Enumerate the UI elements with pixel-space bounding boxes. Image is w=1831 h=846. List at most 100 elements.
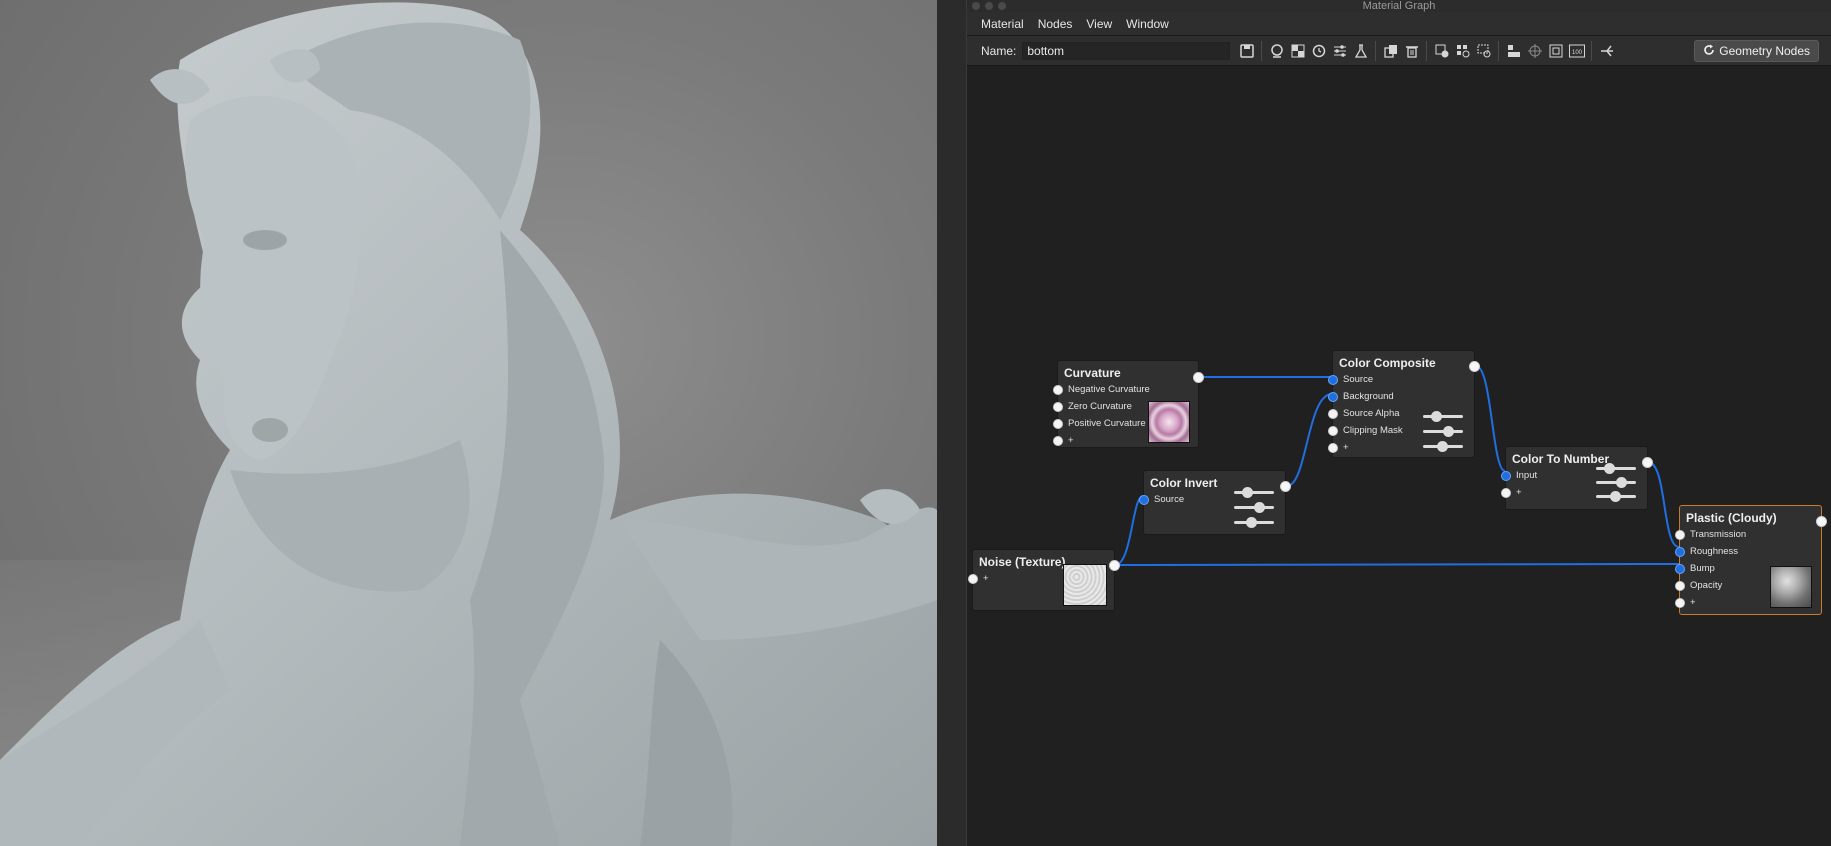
window-titlebar[interactable]: Material Graph	[967, 0, 1831, 12]
output-port[interactable]	[1193, 372, 1204, 383]
add-node-icon[interactable]	[1431, 41, 1452, 61]
trash-icon[interactable]	[1401, 41, 1422, 61]
material-name-input[interactable]	[1022, 41, 1231, 60]
input-port[interactable]	[1139, 494, 1149, 505]
port-add[interactable]: +	[1501, 484, 1647, 501]
duplicate-icon[interactable]	[1380, 41, 1401, 61]
input-port[interactable]	[1328, 442, 1338, 453]
parameter-slider[interactable]	[1423, 426, 1463, 437]
output-port[interactable]	[1642, 457, 1653, 468]
menu-nodes[interactable]: Nodes	[1038, 17, 1073, 31]
port-label: +	[1068, 435, 1074, 446]
port-source[interactable]: Source	[1328, 371, 1474, 388]
zoom-100-label: 100	[1572, 50, 1583, 56]
port-label: Negative Curvature	[1068, 384, 1150, 395]
noise-preview-thumbnail	[1063, 564, 1107, 606]
node-curvature[interactable]: Curvature Negative Curvature Zero Curvat…	[1053, 360, 1204, 448]
input-port[interactable]	[1328, 391, 1338, 402]
split-icon[interactable]	[1596, 41, 1617, 61]
parameter-slider[interactable]	[1596, 477, 1636, 488]
input-port[interactable]	[1053, 401, 1063, 412]
port-source-alpha[interactable]: Source Alpha	[1328, 405, 1474, 422]
input-port[interactable]	[1328, 408, 1338, 419]
node-title: Color Invert	[1150, 476, 1218, 490]
fit-view-icon[interactable]	[1545, 41, 1566, 61]
input-port[interactable]	[968, 573, 978, 584]
port-background[interactable]: Background	[1328, 388, 1474, 405]
toolbar-separator	[1498, 40, 1500, 61]
toolbar-icons: 100	[1236, 40, 1617, 61]
center-icon[interactable]	[1524, 41, 1545, 61]
port-label: Bump	[1690, 563, 1715, 574]
panel-divider[interactable]	[937, 0, 967, 846]
input-port[interactable]	[1501, 487, 1511, 498]
port-label: Transmission	[1690, 529, 1747, 540]
input-port[interactable]	[1053, 435, 1063, 446]
parameter-slider[interactable]	[1234, 487, 1274, 498]
menu-window[interactable]: Window	[1126, 17, 1169, 31]
node-color-invert[interactable]: Color Invert Source	[1139, 470, 1291, 535]
output-port[interactable]	[1109, 560, 1120, 571]
input-port[interactable]	[1675, 563, 1685, 574]
parameter-slider[interactable]	[1596, 491, 1636, 502]
node-title: Color Composite	[1339, 356, 1436, 370]
port-roughness[interactable]: Roughness	[1675, 543, 1821, 560]
input-port[interactable]	[1328, 374, 1338, 385]
name-label: Name:	[981, 43, 1017, 58]
output-port[interactable]	[1816, 516, 1827, 527]
node-color-to-number[interactable]: Color To Number Input +	[1501, 446, 1653, 510]
node-noise-texture[interactable]: Noise (Texture) +	[968, 549, 1120, 611]
menubar: Material Nodes View Window	[967, 12, 1831, 36]
input-port[interactable]	[1053, 418, 1063, 429]
parameter-slider[interactable]	[1423, 441, 1463, 452]
geometry-nodes-button[interactable]: Geometry Nodes	[1694, 40, 1819, 62]
lab-flask-icon[interactable]	[1350, 41, 1371, 61]
port-label: Positive Curvature	[1068, 418, 1146, 429]
parameter-slider[interactable]	[1234, 517, 1274, 528]
3d-viewport[interactable]	[0, 0, 937, 846]
port-label: Input	[1516, 470, 1538, 481]
align-icon[interactable]	[1503, 41, 1524, 61]
port-negative-curvature[interactable]: Negative Curvature	[1053, 381, 1198, 398]
input-port[interactable]	[1675, 546, 1685, 557]
sliders-icon[interactable]	[1329, 41, 1350, 61]
port-label: +	[1343, 442, 1349, 453]
toolbar-separator	[1375, 40, 1377, 61]
node-title: Color To Number	[1512, 452, 1610, 466]
node-grid-icon[interactable]	[1452, 41, 1473, 61]
port-label: Zero Curvature	[1068, 401, 1132, 412]
output-port[interactable]	[1469, 361, 1480, 372]
input-port[interactable]	[1501, 470, 1511, 481]
port-transmission[interactable]: Transmission	[1675, 526, 1821, 543]
wire-composite-to-colornumber-input	[1475, 365, 1506, 472]
port-label: Clipping Mask	[1343, 425, 1403, 436]
node-dotted-icon[interactable]	[1473, 41, 1494, 61]
menu-view[interactable]: View	[1086, 17, 1112, 31]
input-port[interactable]	[1328, 425, 1338, 436]
toolbar-separator	[1261, 40, 1263, 61]
material-ball-icon[interactable]	[1266, 41, 1287, 61]
checker-icon[interactable]	[1287, 41, 1308, 61]
toolbar-separator	[1426, 40, 1428, 61]
input-port[interactable]	[1675, 597, 1685, 608]
toolbar-separator	[1591, 40, 1593, 61]
node-graph-canvas[interactable]: Curvature Negative Curvature Zero Curvat…	[967, 66, 1831, 846]
menu-material[interactable]: Material	[981, 17, 1024, 31]
output-port[interactable]	[1280, 481, 1291, 492]
node-color-composite[interactable]: Color Composite Source Background Source…	[1328, 350, 1480, 458]
node-plastic-cloudy[interactable]: Plastic (Cloudy) Transmission Roughness …	[1675, 505, 1827, 615]
input-port[interactable]	[1053, 384, 1063, 395]
input-port[interactable]	[1675, 580, 1685, 591]
wire-noise-to-invert-source	[1114, 495, 1144, 566]
input-port[interactable]	[1675, 529, 1685, 540]
window-title: Material Graph	[1362, 0, 1436, 12]
parameter-slider[interactable]	[1234, 502, 1274, 513]
zoom-100-icon[interactable]: 100	[1566, 41, 1587, 61]
port-label: Source	[1343, 374, 1374, 385]
geometry-nodes-label: Geometry Nodes	[1719, 44, 1810, 58]
parameter-slider[interactable]	[1423, 411, 1463, 422]
parameter-slider[interactable]	[1596, 463, 1636, 474]
history-icon[interactable]	[1308, 41, 1329, 61]
save-icon[interactable]	[1236, 41, 1257, 61]
port-label: Background	[1343, 391, 1394, 402]
